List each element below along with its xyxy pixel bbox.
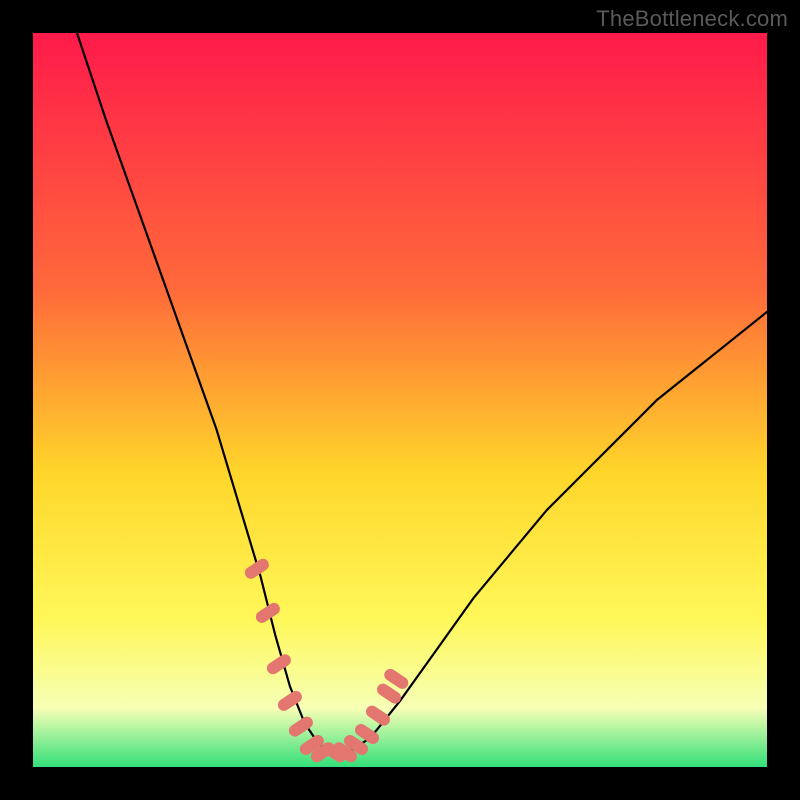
curve-marker bbox=[339, 748, 351, 756]
curve-marker bbox=[284, 697, 296, 705]
curve-marker bbox=[306, 741, 318, 749]
curve-marker bbox=[251, 565, 263, 573]
curve-marker bbox=[273, 660, 285, 668]
curve-marker bbox=[361, 730, 373, 738]
curve-marker bbox=[390, 675, 402, 683]
watermark-text: TheBottleneck.com bbox=[596, 6, 788, 32]
curve-marker bbox=[383, 690, 395, 698]
curve-marker bbox=[262, 609, 274, 617]
curve-marker bbox=[350, 741, 362, 749]
bottleneck-chart bbox=[33, 33, 767, 767]
curve-marker bbox=[372, 712, 384, 720]
curve-marker bbox=[295, 723, 307, 731]
